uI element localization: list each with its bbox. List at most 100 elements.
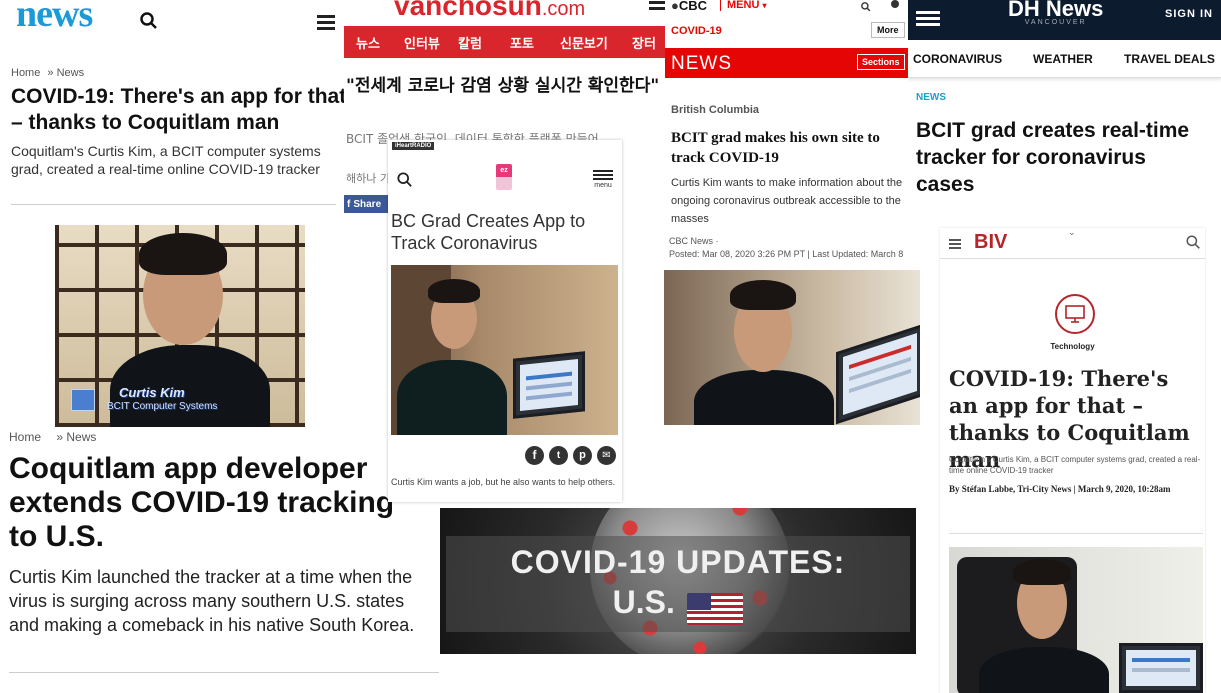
- nav-item-column[interactable]: 칼럼: [458, 33, 510, 52]
- photo-caption: Curtis Kim wants a job, but he also want…: [391, 477, 616, 487]
- laptop: [513, 351, 585, 419]
- tab-weather[interactable]: WEATHER: [1033, 52, 1093, 66]
- facebook-share-button[interactable]: f Share: [344, 195, 390, 213]
- article-summary: Coquitlam's Curtis Kim, a BCIT computer …: [949, 455, 1201, 475]
- technology-icon[interactable]: [1055, 294, 1095, 334]
- tricity-card-2: Home » News Coquitlam app developer exte…: [0, 432, 440, 693]
- breadcrumb-sep: »: [47, 67, 54, 79]
- nav-item-news[interactable]: 뉴스: [356, 33, 404, 52]
- menu-label: menu: [594, 182, 612, 189]
- cbc-section-bar: NEWS Sections: [665, 48, 919, 78]
- divider: [949, 533, 1203, 534]
- station-logo-text: ez: [500, 167, 508, 174]
- more-label: More: [877, 25, 899, 35]
- dhnews-card: DH News VANCOUVER SIGN IN CORONAVIRUS WE…: [908, 0, 1221, 205]
- cbc-menu-label: MENU: [727, 0, 760, 11]
- laptop: [1119, 643, 1203, 693]
- facebook-icon: f: [347, 198, 351, 210]
- byline: By Stéfan Labbe, Tri-City News | March 9…: [949, 484, 1171, 494]
- article-photo: [391, 265, 618, 435]
- byline: CBC News ·: [669, 236, 719, 246]
- covid-updates-banner[interactable]: COVID-19 UPDATES: U.S.: [440, 508, 916, 654]
- breadcrumb2-section[interactable]: » News: [56, 432, 96, 444]
- person-hair: [139, 233, 227, 275]
- menu-icon[interactable]: [916, 8, 940, 29]
- nav-item-newspaper[interactable]: 신문보기: [560, 33, 632, 52]
- menu-icon[interactable]: [317, 12, 335, 33]
- vanchosun-nav: 뉴스 인터뷰 칼럼 포토 신문보기 장터: [344, 26, 666, 58]
- video-caption-role: BCIT Computer Systems: [107, 401, 218, 412]
- chevron-down-icon[interactable]: ⌄: [1068, 228, 1076, 238]
- menu-button[interactable]: menu: [593, 168, 613, 189]
- article-headline[interactable]: BCIT grad makes his own site to track CO…: [671, 128, 911, 168]
- biv-card: BIV ⌄ Technology COVID-19: There's an ap…: [940, 228, 1205, 693]
- cbc-video-thumbnail[interactable]: [664, 270, 920, 425]
- tab-coronavirus[interactable]: CORONAVIRUS: [913, 52, 1002, 66]
- twitter-icon[interactable]: t: [549, 446, 568, 465]
- cbc-logo-text: CBC: [678, 0, 708, 13]
- cbc-topic-tag[interactable]: COVID-19: [671, 25, 722, 37]
- person-body: [694, 370, 834, 425]
- person-hair: [1013, 559, 1071, 585]
- section-label[interactable]: NEWS: [916, 92, 946, 103]
- sections-button[interactable]: Sections: [857, 54, 905, 70]
- posted-time: Posted: Mar 08, 2020 3:26 PM PT | Last U…: [669, 249, 904, 259]
- article-summary: Curtis Kim wants to make information abo…: [671, 177, 903, 225]
- search-icon[interactable]: [140, 12, 158, 30]
- signin-button[interactable]: SIGN IN: [1165, 8, 1213, 20]
- banner-subtitle-row: U.S.: [440, 584, 916, 625]
- station-logo[interactable]: ez: [496, 164, 512, 190]
- video-caption-bar: Curtis Kim BCIT Computer Systems: [71, 385, 281, 417]
- search-icon[interactable]: [1186, 235, 1201, 250]
- breadcrumb-home[interactable]: Home: [11, 67, 40, 79]
- nav-item-market[interactable]: 장터: [632, 33, 656, 52]
- menu-icon[interactable]: [949, 237, 961, 251]
- email-icon[interactable]: ✉: [597, 446, 616, 465]
- person-body: [397, 360, 507, 435]
- biv-logo[interactable]: BIV: [974, 231, 1007, 254]
- article-headline[interactable]: BCIT grad creates real-time tracker for …: [916, 117, 1206, 198]
- chevron-down-icon: ▾: [762, 1, 767, 10]
- region-label[interactable]: British Columbia: [671, 104, 759, 116]
- nav-item-photo[interactable]: 포토: [510, 33, 560, 52]
- vanchosun-logo-tld: .com: [541, 0, 586, 20]
- share-label: Share: [353, 198, 382, 210]
- dh-logo[interactable]: DH News VANCOUVER: [1008, 0, 1103, 26]
- article-photo: [949, 547, 1203, 693]
- banner-title: COVID-19 UPDATES:: [510, 544, 846, 580]
- banner-subtitle: U.S.: [612, 584, 675, 620]
- header-divider: [940, 258, 1205, 259]
- search-icon[interactable]: [861, 2, 871, 12]
- article-headline-2[interactable]: Coquitlam app developer extends COVID-19…: [9, 452, 429, 554]
- article-headline[interactable]: BC Grad Creates App to Track Coronavirus: [391, 210, 616, 254]
- person-hair: [730, 280, 796, 310]
- menu-icon[interactable]: [649, 0, 666, 13]
- category-label[interactable]: Technology: [940, 342, 1205, 351]
- tab-travel-deals[interactable]: TRAVEL DEALS: [1124, 52, 1215, 66]
- person-hair: [428, 279, 480, 303]
- divider: [11, 204, 336, 205]
- breadcrumb-section[interactable]: News: [57, 67, 85, 79]
- article-headline[interactable]: "전세계 코로나 감염 상황 실시간 확인한다": [346, 74, 664, 98]
- facebook-icon[interactable]: f: [525, 446, 544, 465]
- caption-box-left: [71, 389, 95, 411]
- breadcrumb2-home[interactable]: Home: [9, 432, 41, 444]
- cbc-logo[interactable]: ●CBC: [671, 0, 707, 13]
- more-dropdown[interactable]: More: [871, 22, 905, 38]
- video-thumbnail[interactable]: Curtis Kim BCIT Computer Systems: [55, 225, 305, 427]
- tricity-logo[interactable]: news: [16, 0, 93, 36]
- cbc-gem-icon: ●: [671, 0, 679, 13]
- divider: [9, 672, 439, 673]
- article-headline[interactable]: COVID-19: There's an app for that – than…: [11, 84, 348, 136]
- cbc-card: ●CBC MENU ▾ COVID-19 More NEWS Sections …: [665, 0, 919, 270]
- breadcrumb-2: Home » News: [9, 432, 96, 444]
- laptop: [836, 323, 920, 425]
- vanchosun-logo[interactable]: vanchosun.com: [394, 0, 585, 22]
- iheart-badge[interactable]: iHeartRADIO: [392, 142, 435, 150]
- article-summary-2: Curtis Kim launched the tracker at a tim…: [9, 567, 415, 635]
- search-icon[interactable]: [397, 172, 413, 188]
- pinterest-icon[interactable]: p: [573, 446, 592, 465]
- cbc-menu-button[interactable]: MENU ▾: [720, 0, 766, 11]
- nav-item-interview[interactable]: 인터뷰: [404, 33, 458, 52]
- user-icon[interactable]: [891, 0, 899, 8]
